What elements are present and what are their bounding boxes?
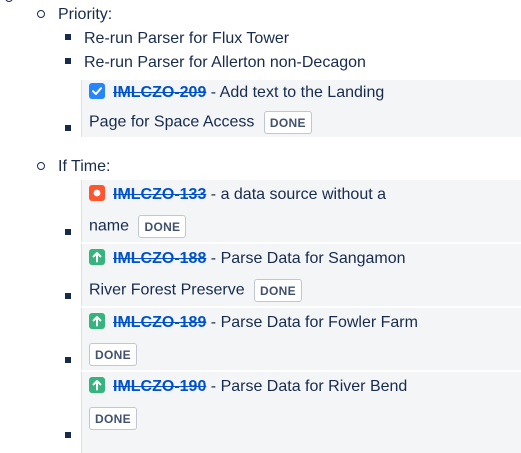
bullet-square bbox=[65, 34, 71, 40]
issue-summary-continued: name bbox=[89, 217, 130, 235]
improvement-arrow-icon bbox=[89, 377, 105, 393]
list-item: Re-run Parser for Allerton non-Decagon bbox=[84, 54, 366, 71]
status-lozenge: DONE bbox=[263, 111, 312, 134]
issue-summary: - Add text to the Landing bbox=[206, 84, 385, 101]
bullet-circle bbox=[37, 10, 45, 18]
status-lozenge: DONE bbox=[138, 215, 187, 238]
bullet-square bbox=[65, 58, 71, 64]
issue-key-link[interactable]: IMLCZO-133 bbox=[113, 186, 206, 203]
list-item: Re-run Parser for Flux Tower bbox=[84, 30, 290, 47]
issue-summary: - a data source without a bbox=[206, 186, 386, 203]
issue-summary: - Parse Data for River Bend bbox=[206, 378, 408, 395]
section-label-if-time: If Time: bbox=[58, 158, 111, 175]
bullet-square bbox=[65, 357, 71, 363]
task-checkbox-icon bbox=[89, 83, 105, 99]
issue-key-link[interactable]: IMLCZO-189 bbox=[113, 314, 206, 331]
issue-macro-panel: IMLCZO-190 - Parse Data for River Bend D… bbox=[81, 372, 521, 453]
status-lozenge: DONE bbox=[89, 343, 137, 366]
improvement-arrow-icon bbox=[89, 313, 105, 329]
status-lozenge: DONE bbox=[254, 279, 302, 302]
clipped-bullet-circle bbox=[5, 0, 13, 2]
bullet-square bbox=[65, 125, 71, 131]
status-lozenge: DONE bbox=[89, 407, 137, 430]
bullet-square bbox=[65, 432, 71, 438]
bug-icon bbox=[89, 185, 105, 201]
issue-macro-panel: IMLCZO-189 - Parse Data for Fowler Farm … bbox=[81, 308, 521, 370]
bullet-square bbox=[65, 229, 71, 235]
issue-macro-panel: IMLCZO-133 - a data source without a nam… bbox=[81, 180, 521, 242]
issue-summary-continued: Page for Space Access bbox=[89, 113, 255, 131]
task-list-document: Priority: Re-run Parser for Flux Tower R… bbox=[0, 0, 521, 453]
improvement-arrow-icon bbox=[89, 249, 105, 265]
issue-summary-continued: River Forest Preserve bbox=[89, 281, 245, 299]
issue-macro-panel: IMLCZO-188 - Parse Data for Sangamon Riv… bbox=[81, 244, 521, 306]
section-label-priority: Priority: bbox=[58, 6, 113, 23]
issue-key-link[interactable]: IMLCZO-190 bbox=[113, 378, 206, 395]
issue-macro-panel: IMLCZO-209 - Add text to the Landing Pag… bbox=[81, 80, 521, 137]
issue-key-link[interactable]: IMLCZO-209 bbox=[113, 84, 206, 101]
bullet-square bbox=[65, 293, 71, 299]
issue-summary: - Parse Data for Sangamon bbox=[206, 250, 406, 267]
bullet-circle bbox=[37, 162, 45, 170]
issue-summary: - Parse Data for Fowler Farm bbox=[206, 314, 418, 331]
issue-key-link[interactable]: IMLCZO-188 bbox=[113, 250, 206, 267]
